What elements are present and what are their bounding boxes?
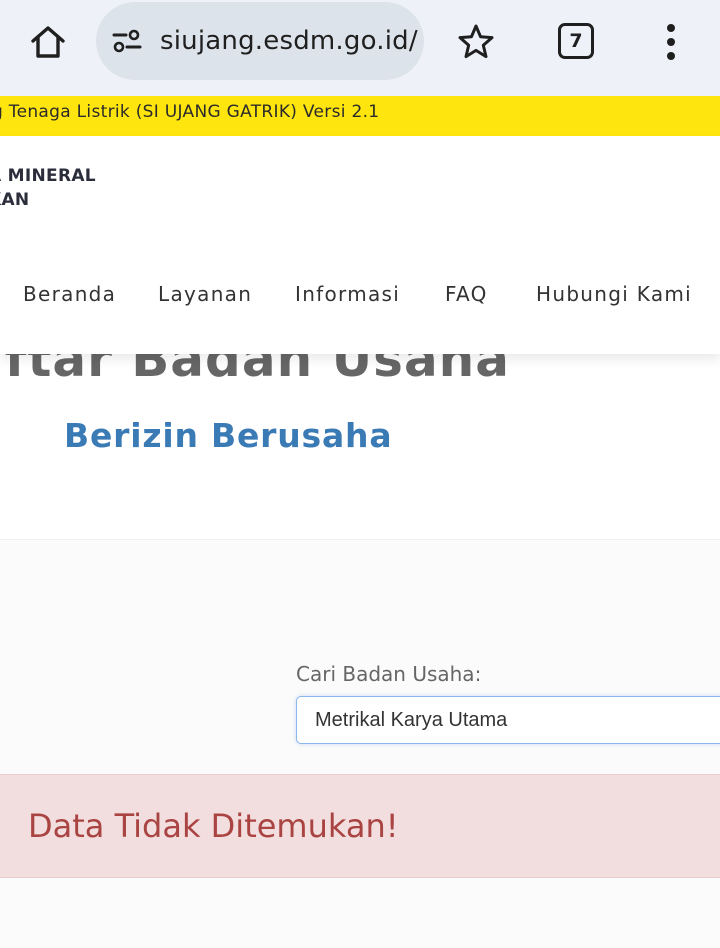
nav-item-faq[interactable]: FAQ: [445, 282, 488, 306]
home-icon: [31, 26, 65, 58]
address-bar[interactable]: siujang.esdm.go.id/: [96, 2, 424, 80]
nav-item-layanan[interactable]: Layanan: [158, 282, 252, 306]
nav-item-informasi[interactable]: Informasi: [295, 282, 400, 306]
tabs-button[interactable]: 7: [558, 23, 594, 59]
page-subtitle: Berizin Berusaha: [64, 416, 393, 455]
brand-logo-text[interactable]: A MINERAL KAN: [0, 164, 96, 212]
not-found-alert: Data Tidak Ditemukan!: [0, 774, 720, 878]
tab-count-label: 7: [569, 30, 583, 52]
search-input[interactable]: [296, 696, 720, 744]
brand-line-1: A MINERAL: [0, 166, 96, 186]
more-vert-icon[interactable]: [656, 20, 686, 64]
announcement-text: g Tenaga Listrik (SI UJANG GATRIK) Versi…: [0, 102, 380, 122]
nav-item-beranda[interactable]: Beranda: [23, 282, 116, 306]
star-icon[interactable]: [454, 20, 498, 64]
home-button[interactable]: [24, 18, 72, 66]
main-nav: Beranda Layanan Informasi FAQ Hubungi Ka…: [0, 282, 720, 312]
page-heading-section: aftar Badan Usaha Berizin Berusaha: [0, 354, 720, 540]
browser-toolbar: siujang.esdm.go.id/ 7: [0, 0, 720, 96]
nav-item-hubungi-kami[interactable]: Hubungi Kami: [536, 282, 692, 306]
brand-line-2: KAN: [0, 190, 30, 210]
alert-message: Data Tidak Ditemukan!: [28, 807, 399, 845]
search-label: Cari Badan Usaha:: [296, 662, 482, 686]
url-text[interactable]: siujang.esdm.go.id/: [160, 26, 418, 56]
page-title: aftar Badan Usaha: [0, 354, 511, 388]
site-settings-icon[interactable]: [112, 28, 142, 54]
announcement-bar: g Tenaga Listrik (SI UJANG GATRIK) Versi…: [0, 96, 720, 136]
site-header: A MINERAL KAN Beranda Layanan Informasi …: [0, 136, 720, 354]
